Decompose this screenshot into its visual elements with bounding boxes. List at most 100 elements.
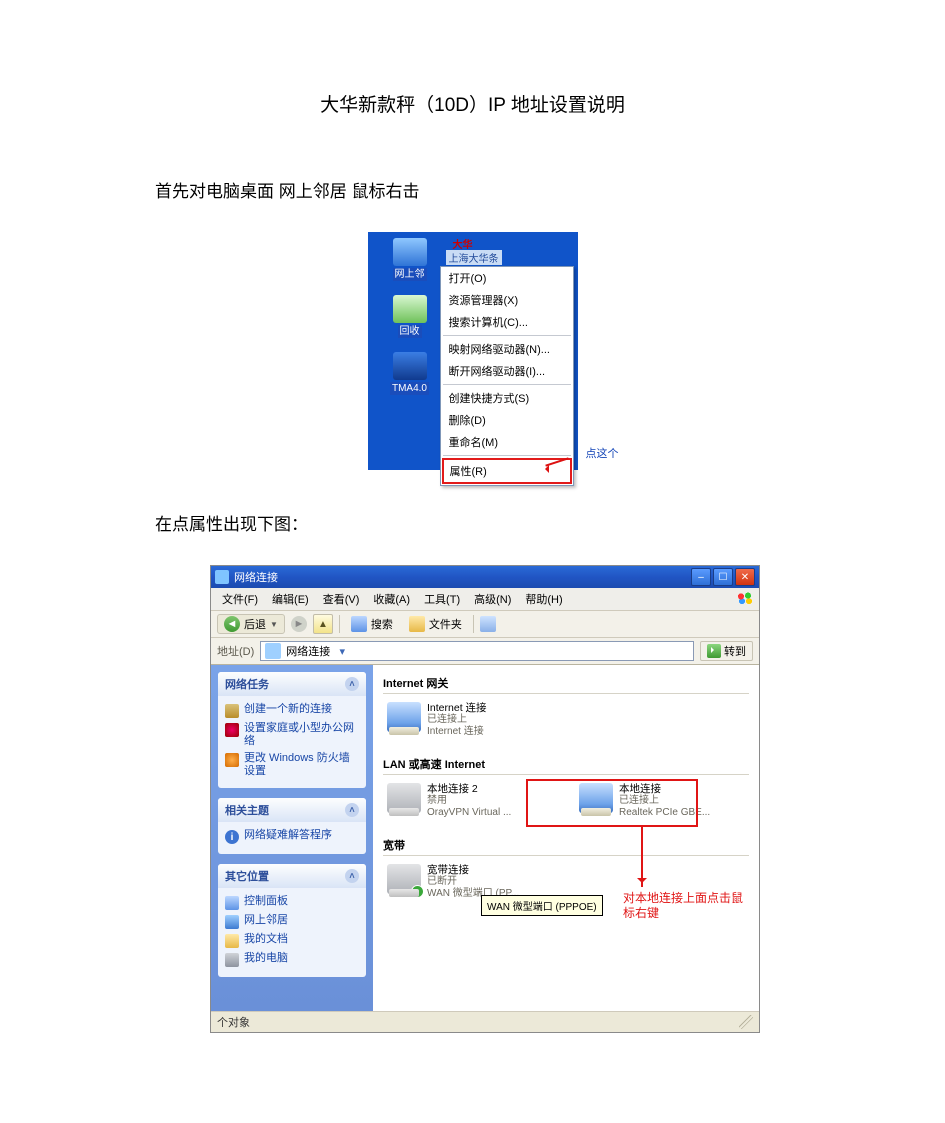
gateway-icon [387,702,421,732]
menu-tools[interactable]: 工具(T) [419,590,465,608]
close-button[interactable]: ✕ [735,568,755,586]
task-label: 设置家庭或小型办公网络 [244,722,359,748]
task-firewall-settings[interactable]: 更改 Windows 防火墙设置 [225,750,359,780]
search-button[interactable]: 搜索 [346,614,398,634]
sidebar-panel-other: 其它位置 ˄ 控制面板 网上邻居 [218,864,366,977]
step-2-text: 在点属性出现下图： [155,510,790,535]
connection-status: 已连接上 [619,795,710,807]
ctx-map-drive[interactable]: 映射网络驱动器(N)... [441,338,573,360]
connection-device: Realtek PCIe GBE... [619,807,710,819]
task-label: 更改 Windows 防火墙设置 [244,752,359,778]
recycle-bin-icon [393,295,427,323]
connection-device: OrayVPN Virtual ... [427,807,511,819]
doc-title: 大华新款秤（10D）IP 地址设置说明 [155,90,790,117]
sidebar-head-other: 其它位置 [225,868,269,884]
connection-internet-gateway[interactable]: Internet 连接 已连接上 Internet 连接 [387,702,557,738]
other-label: 控制面板 [244,895,288,908]
firewall-icon [225,753,239,767]
ctx-rename[interactable]: 重命名(M) [441,431,573,453]
related-troubleshooter[interactable]: i 网络疑难解答程序 [225,827,359,846]
menu-help[interactable]: 帮助(H) [520,590,567,608]
other-label: 我的电脑 [244,952,288,965]
toolbar-separator [473,615,474,633]
back-label: 后退 [244,616,266,632]
ctx-create-shortcut[interactable]: 创建快捷方式(S) [441,387,573,409]
task-create-connection[interactable]: 创建一个新的连接 [225,701,359,720]
desktop-small-label: 大华 [453,236,473,251]
connection-status: 禁用 [427,795,511,807]
toolbar: ◄ 后退 ▼ ► ▲ 搜索 文件夹 [211,611,759,638]
screenshot-desktop-context-menu: 大华 上海大华条 网上邻 回收 TMA4.0 打开(O) 资源管理器(X) 搜索… [368,232,578,470]
chevron-up-icon[interactable]: ˄ [345,677,359,691]
content-pane: Internet 网关 Internet 连接 已连接上 Internet 连接… [373,665,759,1011]
chevron-up-icon[interactable]: ˄ [345,803,359,817]
connection-name: 宽带连接 [427,864,519,876]
home-network-icon [225,723,239,737]
connection-lan-2[interactable]: 本地连接 2 禁用 OrayVPN Virtual ... [387,783,557,819]
sidebar-panel-tasks: 网络任务 ˄ 创建一个新的连接 设置家庭或小型办公网络 [218,672,366,788]
section-broadband: 宽带 [383,833,749,856]
ctx-delete[interactable]: 删除(D) [441,409,573,431]
window-icon [215,570,229,584]
connection-name: Internet 连接 [427,702,487,714]
address-dropdown-icon[interactable]: ▾ [335,645,349,658]
go-label: 转到 [724,643,746,659]
menu-view[interactable]: 查看(V) [318,590,365,608]
ctx-disconnect-drive[interactable]: 断开网络驱动器(I)... [441,360,573,382]
chevron-up-icon[interactable]: ˄ [345,869,359,883]
address-label: 地址(D) [217,643,254,659]
minimize-button[interactable]: – [691,568,711,586]
tooltip: WAN 微型端口 (PPPOE) [481,895,603,916]
address-value: 网络连接 [286,643,330,659]
maximize-button[interactable]: ☐ [713,568,733,586]
ctx-search-computer[interactable]: 搜索计算机(C)... [441,311,573,333]
my-documents-icon [225,934,239,948]
status-text: 个对象 [217,1014,250,1030]
sidebar-head-tasks: 网络任务 [225,676,269,692]
go-button[interactable]: 转到 [700,641,753,661]
menu-favorites[interactable]: 收藏(A) [368,590,415,608]
folders-button[interactable]: 文件夹 [404,614,467,634]
back-button[interactable]: ◄ 后退 ▼ [217,614,285,634]
desktop-icon-label: 回收 [398,325,422,338]
other-label: 网上邻居 [244,914,288,927]
window-title: 网络连接 [234,569,691,585]
other-my-computer[interactable]: 我的电脑 [225,950,359,969]
views-button[interactable] [480,616,496,632]
other-control-panel[interactable]: 控制面板 [225,893,359,912]
connection-lan[interactable]: 本地连接 已连接上 Realtek PCIe GBE... [579,783,749,819]
other-network-places[interactable]: 网上邻居 [225,912,359,931]
connection-name: 本地连接 [619,783,710,795]
go-arrow-icon [707,644,721,658]
chevron-down-icon: ▼ [270,620,278,629]
back-arrow-icon: ◄ [224,616,240,632]
window-titlebar: 网络连接 – ☐ ✕ [211,566,759,588]
desktop-icon-recycle[interactable]: 回收 [374,295,446,338]
network-places-icon [225,915,239,929]
menu-edit[interactable]: 编辑(E) [267,590,314,608]
windows-flag-icon [735,590,755,606]
other-my-documents[interactable]: 我的文档 [225,931,359,950]
desktop-icon-app[interactable]: TMA4.0 [374,352,446,395]
address-bar: 地址(D) 网络连接 ▾ 转到 [211,638,759,665]
desktop-icon-label: 网上邻 [393,268,427,281]
menu-advanced[interactable]: 高级(N) [469,590,516,608]
task-setup-home-network[interactable]: 设置家庭或小型办公网络 [225,720,359,750]
menu-file[interactable]: 文件(F) [217,590,263,608]
ctx-open[interactable]: 打开(O) [441,267,573,289]
desktop-icon-network[interactable]: 网上邻 [374,238,446,281]
desktop-caption: 上海大华条 [446,250,502,265]
resize-grip-icon[interactable] [739,1015,753,1029]
up-button[interactable]: ▲ [313,614,333,634]
help-icon: i [225,830,239,844]
lan-icon [579,783,613,813]
toolbar-separator [339,615,340,633]
ctx-explorer[interactable]: 资源管理器(X) [441,289,573,311]
forward-button[interactable]: ► [291,616,307,632]
connection-status: 已连接上 [427,714,487,726]
menu-bar: 文件(F) 编辑(E) 查看(V) 收藏(A) 工具(T) 高级(N) 帮助(H… [211,588,759,611]
status-bar: 个对象 [211,1011,759,1032]
address-input[interactable]: 网络连接 ▾ [260,641,694,661]
section-internet-gateway: Internet 网关 [383,671,749,694]
ctx-separator [443,335,571,336]
